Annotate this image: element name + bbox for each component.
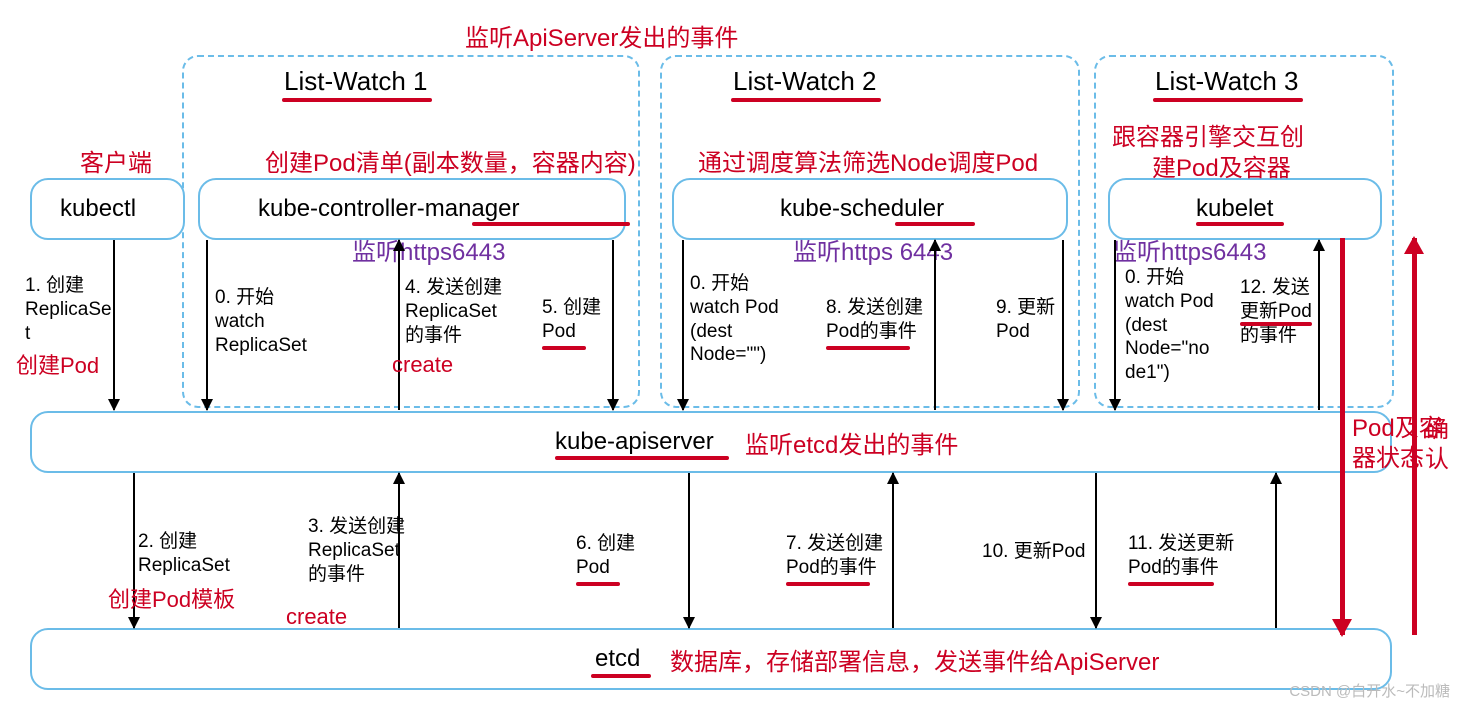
arrow-down-icon bbox=[1114, 240, 1116, 410]
underline-icon bbox=[472, 222, 630, 226]
kcm-label: kube-controller-manager bbox=[258, 195, 519, 223]
step-0b: 0. 开始 watch Pod (dest Node="") bbox=[690, 272, 779, 367]
step-4-red: create bbox=[392, 352, 453, 378]
kubelet-label: kubelet bbox=[1196, 195, 1273, 223]
underline-icon bbox=[282, 98, 432, 102]
arrow-down-icon bbox=[688, 473, 690, 628]
kubelet-anno1: 跟容器引擎交互创 bbox=[1112, 117, 1304, 152]
underline-icon bbox=[555, 456, 729, 460]
watermark: CSDN @白开水~不加糖 bbox=[1289, 680, 1450, 701]
underline-icon bbox=[591, 674, 651, 678]
apiserver-anno: 监听etcd发出的事件 bbox=[745, 425, 958, 460]
list-watch-3-label: List-Watch 3 bbox=[1155, 66, 1299, 97]
etcd-label: etcd bbox=[595, 645, 640, 673]
arrow-down-icon bbox=[113, 240, 115, 410]
arrow-down-icon bbox=[206, 240, 208, 410]
arrow-down-icon bbox=[1095, 473, 1097, 628]
list-watch-1-label: List-Watch 1 bbox=[284, 66, 428, 97]
underline-icon bbox=[1196, 222, 1284, 226]
confirm-label: 确 认 bbox=[1425, 415, 1449, 475]
underline-icon bbox=[826, 346, 910, 350]
step-12: 12. 发送 更新Pod 的事件 bbox=[1240, 276, 1312, 347]
kcm-listen: 监听https6443 bbox=[352, 232, 505, 267]
underline-icon bbox=[1128, 582, 1214, 586]
arrow-up-icon bbox=[1318, 240, 1320, 410]
kcm-anno: 创建Pod清单(副本数量，容器内容) bbox=[265, 143, 636, 178]
step-0c: 0. 开始 watch Pod (dest Node="no de1") bbox=[1125, 266, 1214, 385]
ksched-label: kube-scheduler bbox=[780, 195, 944, 223]
step-2: 2. 创建 ReplicaSet bbox=[138, 530, 230, 578]
step-3: 3. 发送创建 ReplicaSet 的事件 bbox=[308, 515, 405, 586]
client-label: 客户端 bbox=[80, 143, 152, 178]
underline-icon bbox=[731, 98, 881, 102]
step-5: 5. 创建 Pod bbox=[542, 296, 601, 344]
step-1: 1. 创建 ReplicaSe t bbox=[25, 274, 112, 345]
arrow-up-icon bbox=[1275, 473, 1277, 628]
step-8: 8. 发送创建 Pod的事件 bbox=[826, 296, 923, 344]
underline-icon bbox=[1240, 322, 1312, 326]
step-7: 7. 发送创建 Pod的事件 bbox=[786, 532, 883, 580]
step-9: 9. 更新 Pod bbox=[996, 296, 1055, 344]
title-listen-apiserver: 监听ApiServer发出的事件 bbox=[465, 18, 738, 53]
kubelet-listen: 监听https6443 bbox=[1113, 232, 1266, 267]
underline-icon bbox=[895, 222, 975, 226]
step-10: 10. 更新Pod bbox=[982, 540, 1086, 564]
arrow-down-icon bbox=[612, 240, 614, 410]
etcd-anno: 数据库，存储部署信息，发送事件给ApiServer bbox=[670, 642, 1159, 677]
arrow-up-icon bbox=[892, 473, 894, 628]
step-6: 6. 创建 Pod bbox=[576, 532, 635, 580]
ksched-anno: 通过调度算法筛选Node调度Pod bbox=[698, 143, 1038, 178]
step-4: 4. 发送创建 ReplicaSet 的事件 bbox=[405, 276, 502, 347]
arrow-down-icon bbox=[682, 240, 684, 410]
underline-icon bbox=[786, 582, 870, 586]
kubelet-anno2: 建Pod及容器 bbox=[1152, 148, 1291, 183]
underline-icon bbox=[1153, 98, 1303, 102]
list-watch-2-label: List-Watch 2 bbox=[733, 66, 877, 97]
red-arrow-down-icon bbox=[1340, 238, 1345, 635]
underline-icon bbox=[576, 582, 620, 586]
step-3-red: create bbox=[286, 604, 347, 630]
step-2-red: 创建Pod模板 bbox=[108, 582, 235, 614]
arrow-down-icon bbox=[1062, 240, 1064, 410]
arrow-up-icon bbox=[934, 240, 936, 410]
kubectl-label: kubectl bbox=[60, 195, 136, 223]
apiserver-label: kube-apiserver bbox=[555, 428, 714, 456]
arrow-up-icon bbox=[398, 240, 400, 410]
step-1-red: 创建Pod bbox=[16, 348, 99, 380]
step-11: 11. 发送更新 Pod的事件 bbox=[1128, 532, 1234, 580]
underline-icon bbox=[542, 346, 586, 350]
step-0a: 0. 开始 watch ReplicaSet bbox=[215, 286, 307, 357]
